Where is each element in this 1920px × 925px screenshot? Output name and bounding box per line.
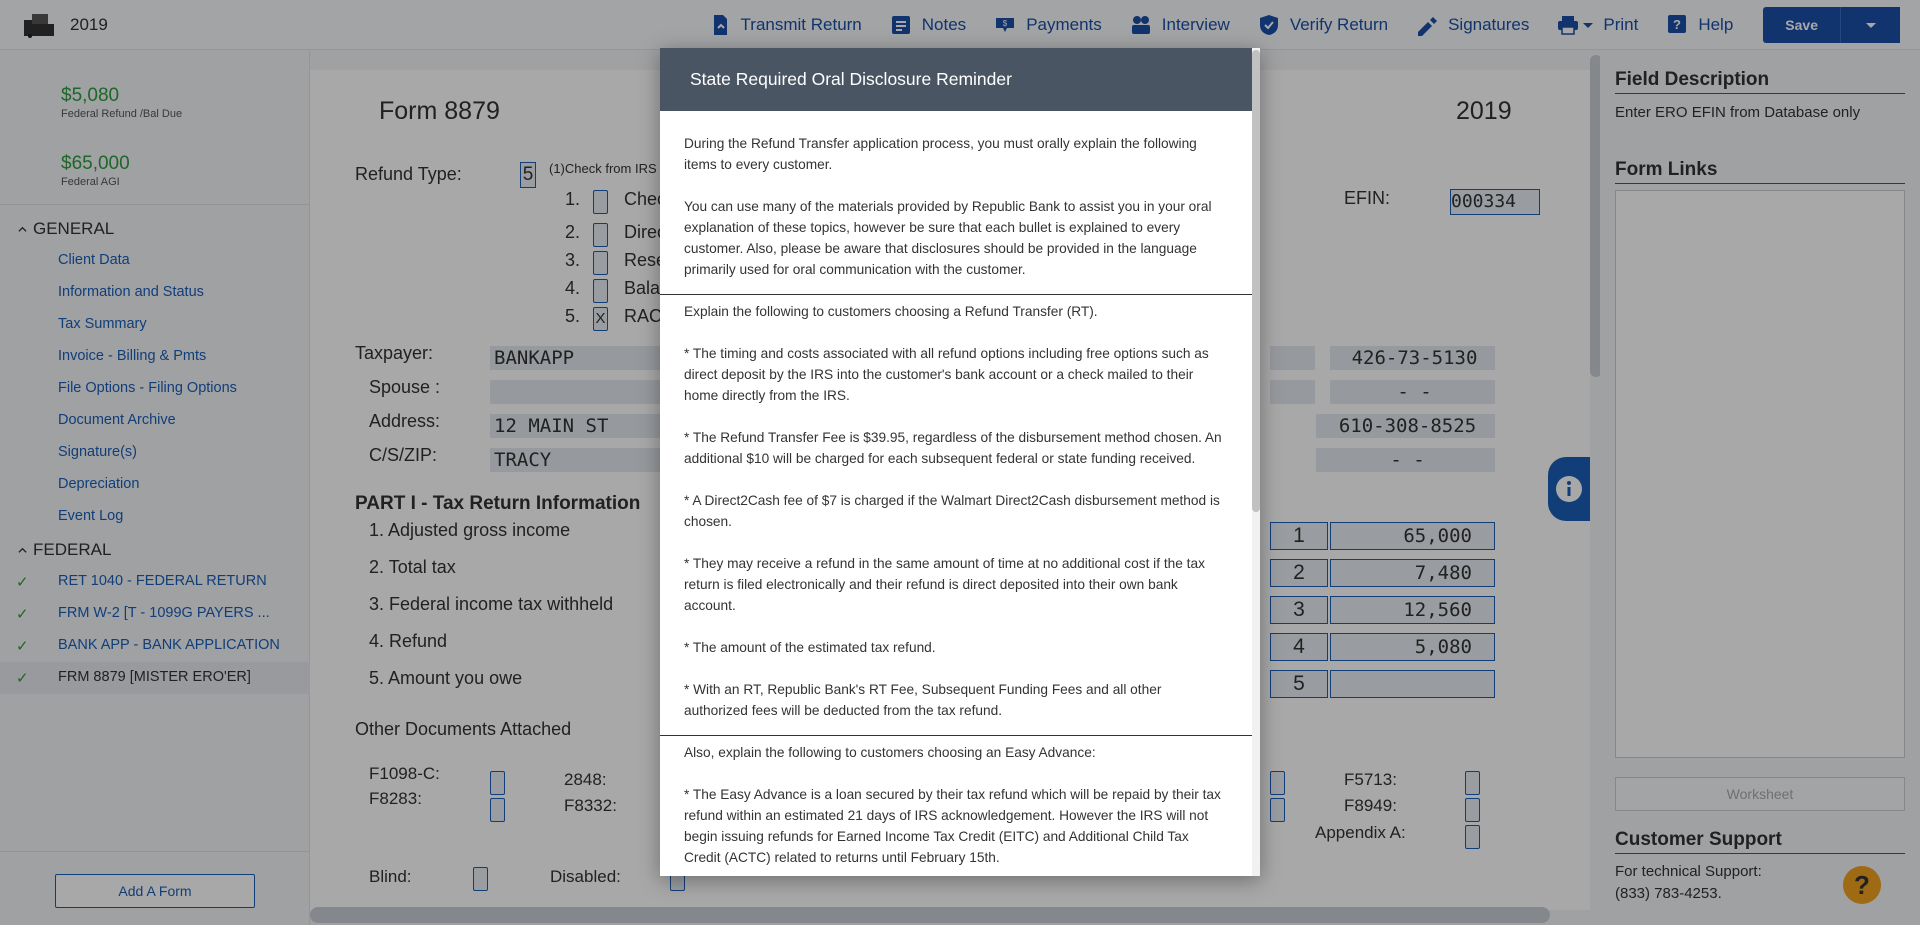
rt-bullet: * They may receive a refund in the same … bbox=[684, 556, 1205, 613]
modal-scrollbar-thumb[interactable] bbox=[1252, 50, 1260, 512]
rt-bullet: * The timing and costs associated with a… bbox=[684, 346, 1209, 403]
modal-body: During the Refund Transfer application p… bbox=[660, 111, 1252, 876]
rt-bullet: * With an RT, Republic Bank's RT Fee, Su… bbox=[684, 682, 1162, 718]
rt-heading: Explain the following to customers choos… bbox=[684, 304, 1098, 319]
modal-divider bbox=[660, 294, 1252, 295]
rt-bullet: * A Direct2Cash fee of $7 is charged if … bbox=[684, 493, 1220, 529]
ea-heading: Also, explain the following to customers… bbox=[684, 745, 1096, 760]
rt-bullet: * The amount of the estimated tax refund… bbox=[684, 640, 936, 655]
rt-bullet: * The Refund Transfer Fee is $39.95, reg… bbox=[684, 430, 1222, 466]
modal-intro-1: During the Refund Transfer application p… bbox=[684, 136, 1197, 172]
disclosure-modal: State Required Oral Disclosure Reminder … bbox=[660, 48, 1260, 876]
modal-title: State Required Oral Disclosure Reminder bbox=[660, 48, 1260, 111]
modal-intro-2: You can use many of the materials provid… bbox=[684, 199, 1212, 277]
modal-divider bbox=[660, 735, 1252, 736]
ea-bullet: * The Easy Advance is a loan secured by … bbox=[684, 787, 1221, 865]
modal-scrollbar[interactable] bbox=[1252, 48, 1260, 876]
